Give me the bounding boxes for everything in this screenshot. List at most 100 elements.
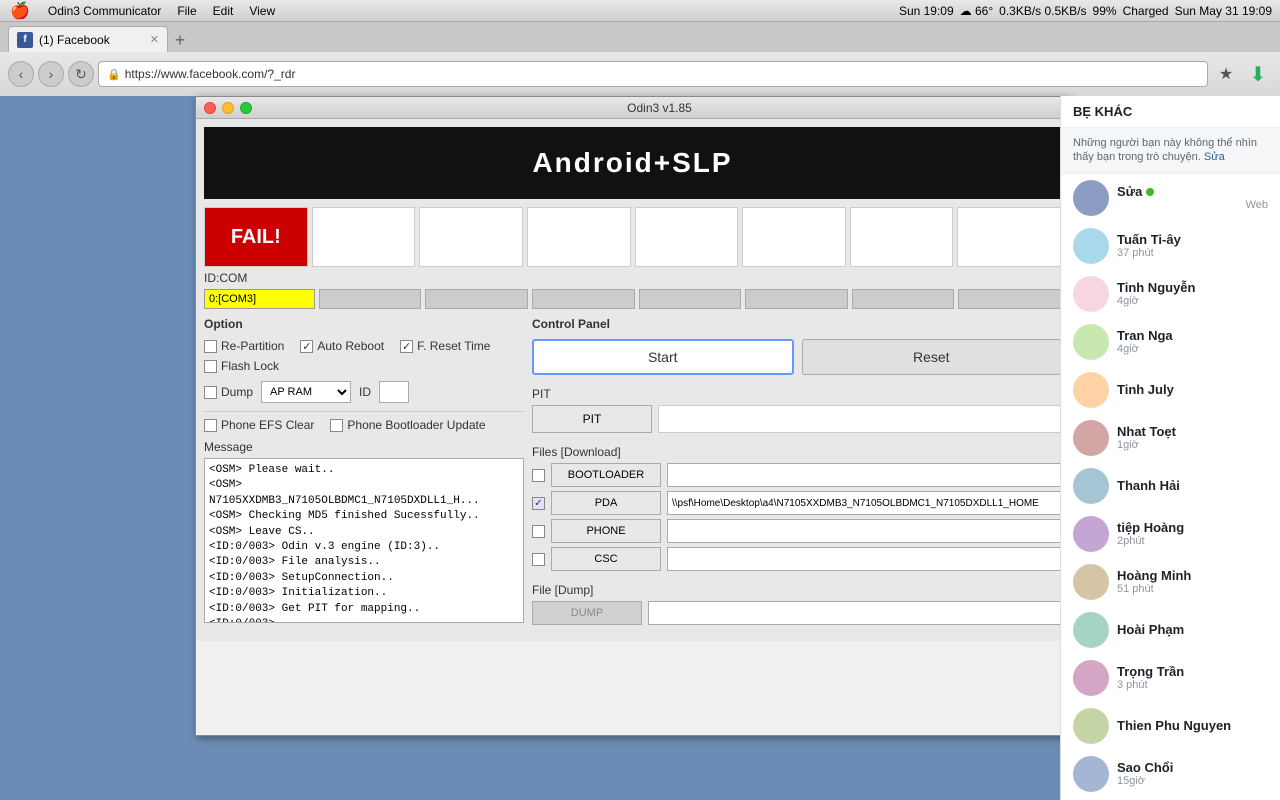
browser-chrome: f (1) Facebook ✕ + ‹ › ↻ 🔒 https://www.f… — [0, 22, 1280, 96]
csc-button[interactable]: CSC — [551, 547, 661, 571]
phone-efs-checkbox[interactable] — [204, 419, 217, 432]
new-tab-button[interactable]: + — [168, 28, 192, 52]
progress-slot-0: FAIL! — [204, 207, 308, 267]
idcom-slot-7 — [958, 289, 1061, 309]
progress-slot-1 — [312, 207, 416, 267]
window-close-button[interactable] — [204, 102, 216, 114]
phone-bootloader-checkbox[interactable] — [330, 419, 343, 432]
window-title: Odin3 v1.85 — [258, 101, 1061, 115]
menu-edit[interactable]: Edit — [205, 4, 242, 18]
re-partition-checkbox[interactable] — [204, 340, 217, 353]
friend-name: Nhat Toẹt — [1117, 424, 1268, 439]
friend-avatar — [1073, 708, 1109, 744]
friend-item[interactable]: Hoàng Minh 51 phút — [1061, 558, 1280, 606]
pda-checkbox[interactable]: ✓ — [532, 497, 545, 510]
friend-name: Sửa — [1117, 184, 1268, 199]
control-panel-title: Control Panel — [532, 317, 1061, 331]
friend-info: Tran Nga 4giờ — [1117, 328, 1268, 355]
dump-path-field — [648, 601, 1061, 625]
friend-meta: Web — [1117, 199, 1268, 211]
friend-item[interactable]: Thanh Hải — [1061, 462, 1280, 510]
friend-item[interactable]: Tinh Nguyễn 4giờ — [1061, 270, 1280, 318]
phone-bootloader-option[interactable]: Phone Bootloader Update — [330, 418, 485, 432]
friend-item[interactable]: Tuấn Ti-ây 37 phút — [1061, 222, 1280, 270]
phone-path — [667, 519, 1061, 543]
friend-info: Trọng Trần 3 phút — [1117, 664, 1268, 691]
friend-meta: 51 phút — [1117, 583, 1268, 595]
facebook-tab[interactable]: f (1) Facebook ✕ — [8, 26, 168, 52]
csc-checkbox[interactable] — [532, 553, 545, 566]
re-partition-option[interactable]: Re-Partition — [204, 339, 284, 353]
bootloader-button[interactable]: BOOTLOADER — [551, 463, 661, 487]
f-reset-option[interactable]: ✓ F. Reset Time — [400, 339, 490, 353]
download-icon[interactable]: ⬇ — [1244, 60, 1272, 88]
back-button[interactable]: ‹ — [8, 61, 34, 87]
forward-button[interactable]: › — [38, 61, 64, 87]
tab-close-button[interactable]: ✕ — [150, 33, 159, 46]
friend-item[interactable]: Tran Nga 4giờ — [1061, 318, 1280, 366]
friend-item[interactable]: Sao Chổi 15giờ — [1061, 750, 1280, 798]
friend-item[interactable]: Tinh July — [1061, 366, 1280, 414]
refresh-button[interactable]: ↻ — [68, 61, 94, 87]
dump-checkbox[interactable] — [204, 386, 217, 399]
friend-item[interactable]: Hoài Phạm — [1061, 606, 1280, 654]
menu-file[interactable]: File — [169, 4, 204, 18]
re-partition-label: Re-Partition — [221, 339, 284, 353]
f-reset-checkbox[interactable]: ✓ — [400, 340, 413, 353]
friend-info: Nhat Toẹt 1giờ — [1117, 424, 1268, 451]
friend-item[interactable]: Trọng Trần 3 phút — [1061, 654, 1280, 702]
idcom-slot-3 — [532, 289, 635, 309]
phone-checkbox[interactable] — [532, 525, 545, 538]
friend-item[interactable]: Nhat Toẹt 1giờ — [1061, 414, 1280, 462]
reset-button[interactable]: Reset — [802, 339, 1062, 375]
option-row-2: Flash Lock — [204, 359, 524, 373]
window-minimize-button[interactable] — [222, 102, 234, 114]
auto-reboot-label: Auto Reboot — [317, 339, 384, 353]
menu-view[interactable]: View — [241, 4, 283, 18]
flash-lock-option[interactable]: Flash Lock — [204, 359, 279, 373]
phone-efs-option[interactable]: Phone EFS Clear — [204, 418, 314, 432]
sidebar-note-text: Những người bạn này không thể nhìn thấy … — [1073, 137, 1257, 163]
friend-meta: 1giờ — [1117, 439, 1268, 451]
dump-type-select[interactable]: AP RAM — [261, 381, 351, 403]
dump-file-button[interactable]: DUMP — [532, 601, 642, 625]
menu-odin[interactable]: Odin3 Communicator — [40, 4, 169, 18]
id-input-field[interactable] — [379, 381, 409, 403]
bookmark-icon[interactable]: ★ — [1212, 60, 1240, 88]
weather-display: ☁ 66° — [960, 4, 993, 18]
friend-avatar — [1073, 612, 1109, 648]
friend-info: Hoàng Minh 51 phút — [1117, 568, 1268, 595]
friend-info: Hoài Phạm — [1117, 622, 1268, 637]
flash-lock-checkbox[interactable] — [204, 360, 217, 373]
apple-menu[interactable]: 🍎 — [0, 1, 40, 21]
window-maximize-button[interactable] — [240, 102, 252, 114]
option-section-title: Option — [204, 317, 524, 331]
pit-section-label: PIT — [532, 387, 1061, 401]
browser-actions: ★ ⬇ — [1212, 60, 1272, 88]
friend-item[interactable]: Sửa Web — [1061, 174, 1280, 222]
message-area: Message <OSM> Please wait..<OSM> N7105XX… — [204, 440, 524, 623]
phone-button[interactable]: PHONE — [551, 519, 661, 543]
pda-button[interactable]: PDA — [551, 491, 661, 515]
sidebar-note-link[interactable]: Sửa — [1204, 151, 1225, 163]
auto-reboot-checkbox[interactable]: ✓ — [300, 340, 313, 353]
message-line: <ID:0/003> Odin v.3 engine (ID:3).. — [209, 540, 519, 555]
progress-slot-7 — [957, 207, 1061, 267]
friend-avatar — [1073, 228, 1109, 264]
bootloader-checkbox[interactable] — [532, 469, 545, 482]
friend-item[interactable]: Thien Phu Nguyen — [1061, 702, 1280, 750]
pda-path: \\psf\Home\Desktop\a4\N7105XXDMB3_N7105O… — [667, 491, 1061, 515]
pit-button[interactable]: PIT — [532, 405, 652, 433]
odin-window: Odin3 v1.85 Android+SLP FAIL! ID:COM — [195, 96, 1070, 736]
address-bar[interactable]: 🔒 https://www.facebook.com/?_rdr — [98, 61, 1208, 87]
start-button[interactable]: Start — [532, 339, 794, 375]
left-column: Option Re-Partition ✓ Auto Reboot ✓ — [204, 317, 524, 633]
auto-reboot-option[interactable]: ✓ Auto Reboot — [300, 339, 384, 353]
friend-time: 1giờ — [1117, 439, 1139, 451]
message-label: Message — [204, 440, 524, 454]
message-line: <OSM> Please wait.. — [209, 463, 519, 478]
friend-item[interactable]: tiệp Hoàng 2phút — [1061, 510, 1280, 558]
dump-option[interactable]: Dump — [204, 385, 253, 399]
friend-name: Trọng Trần — [1117, 664, 1268, 679]
message-box[interactable]: <OSM> Please wait..<OSM> N7105XXDMB3_N71… — [204, 458, 524, 623]
